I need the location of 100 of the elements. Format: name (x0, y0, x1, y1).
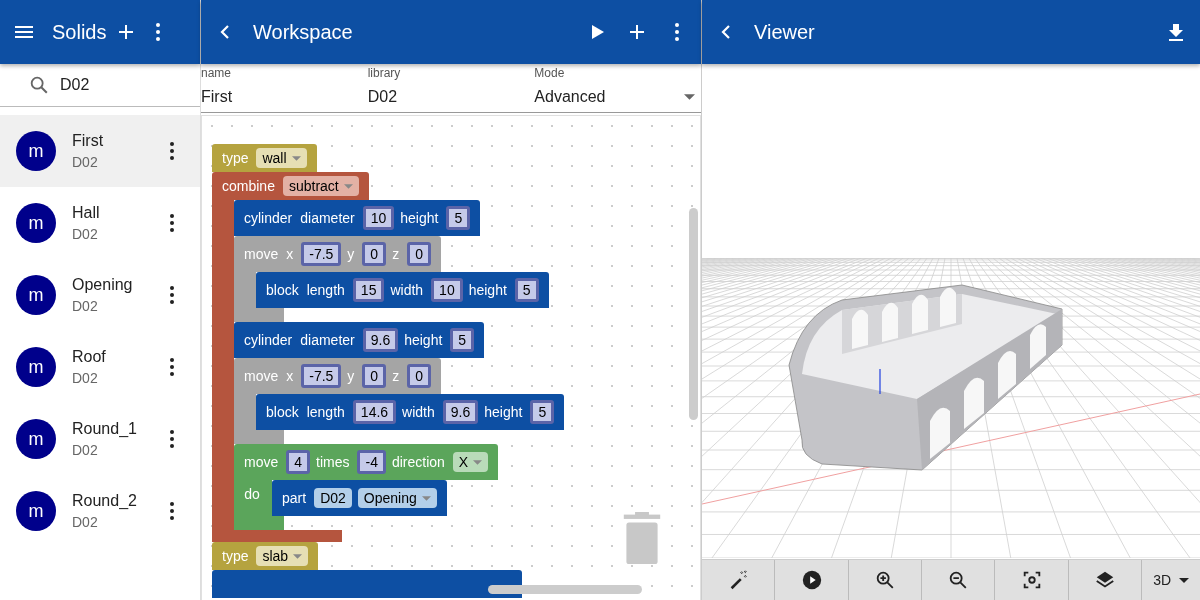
code-block[interactable]: move x -7.5 y 0 z 0 (234, 236, 441, 272)
block-label: x (286, 368, 294, 384)
block-label: width (402, 404, 435, 420)
block-label: type (222, 150, 249, 166)
code-block[interactable]: move 4 times -4 direction X (234, 444, 499, 480)
item-name: Opening (72, 276, 134, 294)
number-input[interactable]: 10 (431, 278, 463, 302)
number-input[interactable]: 14.6 (352, 400, 397, 424)
number-input[interactable]: -7.5 (301, 364, 342, 388)
number-input[interactable]: 10 (362, 206, 395, 230)
code-block[interactable]: cylinder diameter 9.6 height 5 (234, 322, 485, 358)
block-dropdown[interactable]: subtract (282, 176, 359, 196)
avatar: m (16, 203, 56, 243)
play-icon (800, 569, 823, 591)
code-block[interactable] (212, 570, 522, 598)
search-icon (28, 74, 50, 96)
block-label: cylinder (244, 210, 293, 226)
number-input[interactable]: -4 (357, 450, 386, 474)
block-label: y (347, 246, 355, 262)
item-library: D02 (72, 298, 99, 314)
code-block[interactable]: type wall (212, 144, 317, 172)
code-block[interactable]: block length 15 width 10 height 5 (256, 272, 549, 308)
number-input[interactable]: 5 (446, 206, 471, 230)
number-input[interactable]: 15 (352, 278, 385, 302)
item-library: D02 (72, 514, 99, 530)
block-label: z (392, 246, 400, 262)
block-label: move (244, 454, 279, 470)
caret-icon (343, 183, 353, 189)
avatar: m (16, 491, 56, 531)
block-label: diameter (300, 210, 355, 226)
number-input[interactable]: 0 (407, 242, 431, 266)
panel-title: Workspace (253, 20, 353, 44)
block-label: type (222, 548, 249, 564)
scrollbar[interactable] (488, 585, 642, 594)
field-label: name (201, 66, 233, 80)
block-label: part (282, 490, 307, 506)
block-label: cylinder (244, 332, 293, 348)
item-name: Round_2 (72, 492, 138, 510)
avatar: m (16, 347, 56, 387)
field-label: library (367, 66, 402, 80)
input-field[interactable]: First (201, 88, 368, 106)
block-label: move (244, 368, 279, 384)
item-name: Roof (72, 348, 107, 366)
code-block[interactable]: part D02 Opening (272, 480, 447, 516)
number-input[interactable]: -7.5 (301, 242, 342, 266)
code-block[interactable]: cylinder diameter 10 height 5 (234, 200, 481, 236)
block-footer (234, 430, 284, 444)
item-name: Round_1 (72, 420, 138, 438)
number-input[interactable]: 4 (286, 450, 311, 474)
block-chip: D02 (314, 488, 352, 508)
panel-title: Solids (52, 20, 107, 44)
solid-list-item[interactable]: m Round_2 D02 (0, 475, 200, 547)
block-label: y (347, 368, 355, 384)
block-label: move (244, 246, 279, 262)
number-input[interactable]: 5 (530, 400, 555, 424)
block-label: z (392, 368, 400, 384)
item-library: D02 (72, 370, 99, 386)
block-label: block (266, 404, 299, 420)
number-input[interactable]: 9.6 (442, 400, 479, 424)
number-input[interactable]: 5 (450, 328, 475, 352)
number-input[interactable]: 0 (362, 364, 387, 388)
scrollbar[interactable] (689, 208, 698, 420)
solid-list-item[interactable]: m First D02 (0, 115, 200, 187)
block-label: do (244, 486, 260, 502)
mode-select[interactable]: Advanced (534, 88, 701, 106)
block-dropdown[interactable]: X (452, 452, 489, 472)
block-dropdown[interactable]: slab (256, 546, 309, 566)
solid-list-item[interactable]: m Hall D02 (0, 187, 200, 259)
solid-list-item[interactable]: m Opening D02 (0, 259, 200, 331)
number-input[interactable]: 0 (362, 242, 387, 266)
block-label: height (404, 332, 443, 348)
number-input[interactable]: 9.6 (362, 328, 399, 352)
code-block[interactable]: move x -7.5 y 0 z 0 (234, 358, 441, 394)
panel-title: Viewer (754, 20, 815, 44)
block-label: diameter (300, 332, 355, 348)
field-label: Mode (534, 66, 566, 80)
block-label: length (306, 282, 345, 298)
input-field[interactable]: D02 (367, 88, 535, 106)
block-dropdown[interactable]: wall (256, 148, 307, 168)
number-input[interactable]: 5 (514, 278, 539, 302)
code-block[interactable]: block length 14.6 width 9.6 height 5 (256, 394, 565, 430)
code-block[interactable]: combine subtract (212, 172, 369, 200)
block-label: height (484, 404, 523, 420)
search-field[interactable]: D02 (0, 64, 200, 107)
avatar: m (16, 131, 56, 171)
block-label: times (316, 454, 350, 470)
block-label: block (266, 282, 299, 298)
solid-list-item[interactable]: m Roof D02 (0, 331, 200, 403)
solid-list-item[interactable]: m Round_1 D02 (0, 403, 200, 475)
block-footer (234, 308, 284, 322)
block-label: combine (222, 178, 275, 194)
block-dropdown[interactable]: Opening (357, 488, 437, 508)
block-label: height (468, 282, 507, 298)
caret-icon (293, 553, 303, 559)
block-label: x (286, 246, 294, 262)
caret-icon (473, 459, 483, 465)
item-library: D02 (72, 226, 99, 242)
code-block[interactable]: type slab (212, 542, 319, 570)
number-input[interactable]: 0 (407, 364, 431, 388)
block-label: length (306, 404, 345, 420)
